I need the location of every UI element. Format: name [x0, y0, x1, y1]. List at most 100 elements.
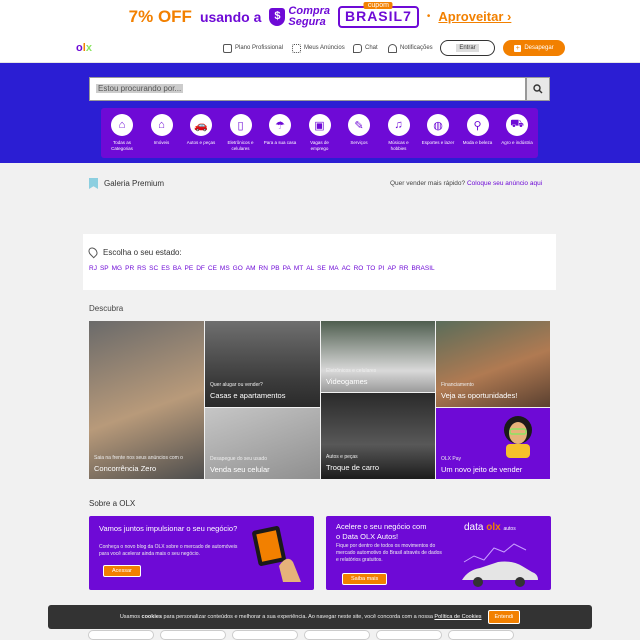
house-icon: ⌂: [150, 114, 173, 136]
acessar-button[interactable]: Acessar: [103, 565, 141, 577]
tile-venda-celular[interactable]: Desapegue do seu usado Venda seu celular: [205, 408, 320, 479]
car-icon: 🚗: [190, 114, 212, 136]
state-link[interactable]: AC: [342, 265, 351, 272]
card-data-olx[interactable]: Acelere o seu negócio com o Data OLX Auto…: [326, 516, 551, 590]
cookie-accept-button[interactable]: Entendi: [487, 610, 521, 624]
state-selector: Escolha o seu estado: RJ SP MG PR RS SC ES BA PE…: [83, 234, 556, 290]
top-header: olx Plano Profissional Meus Anúncios Cha…: [0, 33, 640, 63]
badge-icon: ▣: [308, 114, 331, 136]
olx-logo[interactable]: olx: [73, 39, 95, 57]
search-button[interactable]: [526, 77, 550, 101]
tile-casas-apartamentos[interactable]: Quer alugar ou vender? Casas e apartamen…: [205, 321, 320, 407]
tile-troque-carro[interactable]: Autos e peças Troque de carro: [321, 393, 435, 479]
state-link[interactable]: SC: [149, 265, 158, 272]
bell-icon: [388, 43, 397, 53]
state-link[interactable]: AP: [387, 265, 396, 272]
login-button[interactable]: Entrar: [440, 40, 495, 56]
all-categories-icon: ⌂: [111, 114, 133, 136]
sell-button[interactable]: + Desapegar: [503, 40, 565, 56]
promo-banner[interactable]: 7% OFF usando a $ Compra Segura cupom BRA…: [0, 0, 640, 33]
bookmark-icon: [89, 178, 98, 189]
nav-plano-profissional[interactable]: Plano Profissional: [223, 33, 283, 63]
category-servicos[interactable]: ✎ Serviços: [342, 114, 376, 158]
category-bar: ⌂ Todas as Categorias ⌂ Imóveis 🚗 Autos e p…: [101, 108, 538, 158]
category-agro[interactable]: ⛟ Agro e indústria: [500, 114, 534, 158]
tile-concorrencia-zero[interactable]: Saia na frente nos seus anúncios com o C…: [89, 321, 204, 479]
search-icon: [533, 84, 543, 94]
cookie-policy-link[interactable]: Política de Cookies: [434, 614, 481, 620]
state-link[interactable]: ES: [161, 265, 170, 272]
location-pin-icon: [86, 245, 100, 259]
nav-chat[interactable]: Chat: [353, 33, 378, 63]
car-chart-illustration: [462, 543, 538, 587]
data-olx-autos-logo: data olx autos: [464, 522, 516, 533]
promo-separator: •: [426, 11, 431, 22]
tractor-icon: ⛟: [506, 114, 528, 136]
search-input[interactable]: Estou procurando por...: [89, 77, 526, 101]
grid-icon: [292, 43, 301, 53]
state-link[interactable]: SE: [317, 265, 326, 272]
compra-segura-logo: $ Compra Segura: [269, 5, 330, 28]
lamp-icon: ☂: [269, 114, 291, 136]
state-link[interactable]: PR: [125, 265, 134, 272]
state-link[interactable]: DF: [196, 265, 205, 272]
sobre-olx-title: Sobre a OLX: [89, 499, 136, 508]
category-vagas[interactable]: ▣ Vagas de emprego: [303, 114, 337, 158]
nav-meus-anuncios[interactable]: Meus Anúncios: [292, 33, 345, 63]
tile-olx-pay[interactable]: OLX Pay Um novo jeito de vender: [436, 408, 550, 479]
state-link[interactable]: AL: [306, 265, 314, 272]
category-musicas[interactable]: ♫ Músicas e hobbies: [382, 114, 416, 158]
state-selector-title: Escolha o seu estado:: [103, 247, 182, 257]
state-link[interactable]: CE: [208, 265, 217, 272]
briefcase-icon: [223, 43, 232, 53]
state-link[interactable]: RJ: [89, 265, 97, 272]
state-link[interactable]: TO: [366, 265, 375, 272]
tablet-hand-illustration: [252, 526, 301, 582]
state-link[interactable]: MG: [112, 265, 122, 272]
ball-icon: ◍: [427, 114, 449, 136]
nav-notificacoes[interactable]: Notificações: [388, 33, 433, 63]
category-eletronicos[interactable]: ▯ Eletrônicos e celulares: [224, 114, 258, 158]
state-link[interactable]: PE: [185, 265, 194, 272]
state-link[interactable]: SP: [100, 265, 109, 272]
coupon-badge: cupom BRASIL7: [337, 1, 419, 28]
state-link[interactable]: BA: [173, 265, 182, 272]
state-link[interactable]: RR: [399, 265, 408, 272]
chat-icon: [353, 43, 362, 53]
state-link[interactable]: PA: [283, 265, 291, 272]
state-list: RJ SP MG PR RS SC ES BA PE DF CE MS GO AM RN PB PA MT AL SE…: [89, 265, 435, 272]
tile-videogames[interactable]: Eletrônicos e celulares Videogames: [321, 321, 435, 392]
promo-percent: 7% OFF: [128, 6, 192, 26]
state-link[interactable]: RN: [259, 265, 268, 272]
saiba-mais-button[interactable]: Saiba mais: [342, 573, 388, 585]
plus-icon: +: [514, 44, 522, 52]
state-link[interactable]: MA: [329, 265, 339, 272]
promo-text: usando a: [199, 8, 262, 25]
category-casa[interactable]: ☂ Para a sua casa: [263, 114, 297, 158]
paint-roller-icon: ✎: [348, 114, 370, 136]
category-autos[interactable]: 🚗 Autos e peças: [184, 114, 218, 158]
sell-faster-prompt: Quer vender mais rápido? Coloque seu anú…: [390, 180, 543, 187]
state-link[interactable]: AM: [246, 265, 256, 272]
state-link[interactable]: RS: [137, 265, 146, 272]
state-link[interactable]: MT: [294, 265, 303, 272]
shield-dollar-icon: $: [269, 7, 286, 26]
promo-cta-link[interactable]: Aproveitar ›: [438, 9, 511, 24]
category-moda[interactable]: ⚲ Moda e beleza: [461, 114, 495, 158]
post-ad-link[interactable]: Coloque seu anúncio aqui: [467, 180, 542, 187]
state-link[interactable]: BRASIL: [412, 265, 435, 272]
state-link[interactable]: GO: [233, 265, 243, 272]
category-todas[interactable]: ⌂ Todas as Categorias: [105, 114, 139, 158]
descubra-title: Descubra: [89, 304, 124, 313]
card-blog[interactable]: Vamos juntos impulsionar o seu negócio? …: [89, 516, 314, 590]
hanger-icon: ⚲: [466, 114, 489, 136]
olx-pay-illustration: [504, 416, 532, 458]
music-note-icon: ♫: [387, 114, 410, 136]
state-link[interactable]: RO: [354, 265, 364, 272]
tile-financiamento[interactable]: Financiamento Veja as oportunidades!: [436, 321, 550, 407]
category-esportes[interactable]: ◍ Esportes e lazer: [421, 114, 455, 158]
category-imoveis[interactable]: ⌂ Imóveis: [145, 114, 179, 158]
state-link[interactable]: MS: [220, 265, 230, 272]
state-link[interactable]: PI: [378, 265, 384, 272]
state-link[interactable]: PB: [271, 265, 280, 272]
